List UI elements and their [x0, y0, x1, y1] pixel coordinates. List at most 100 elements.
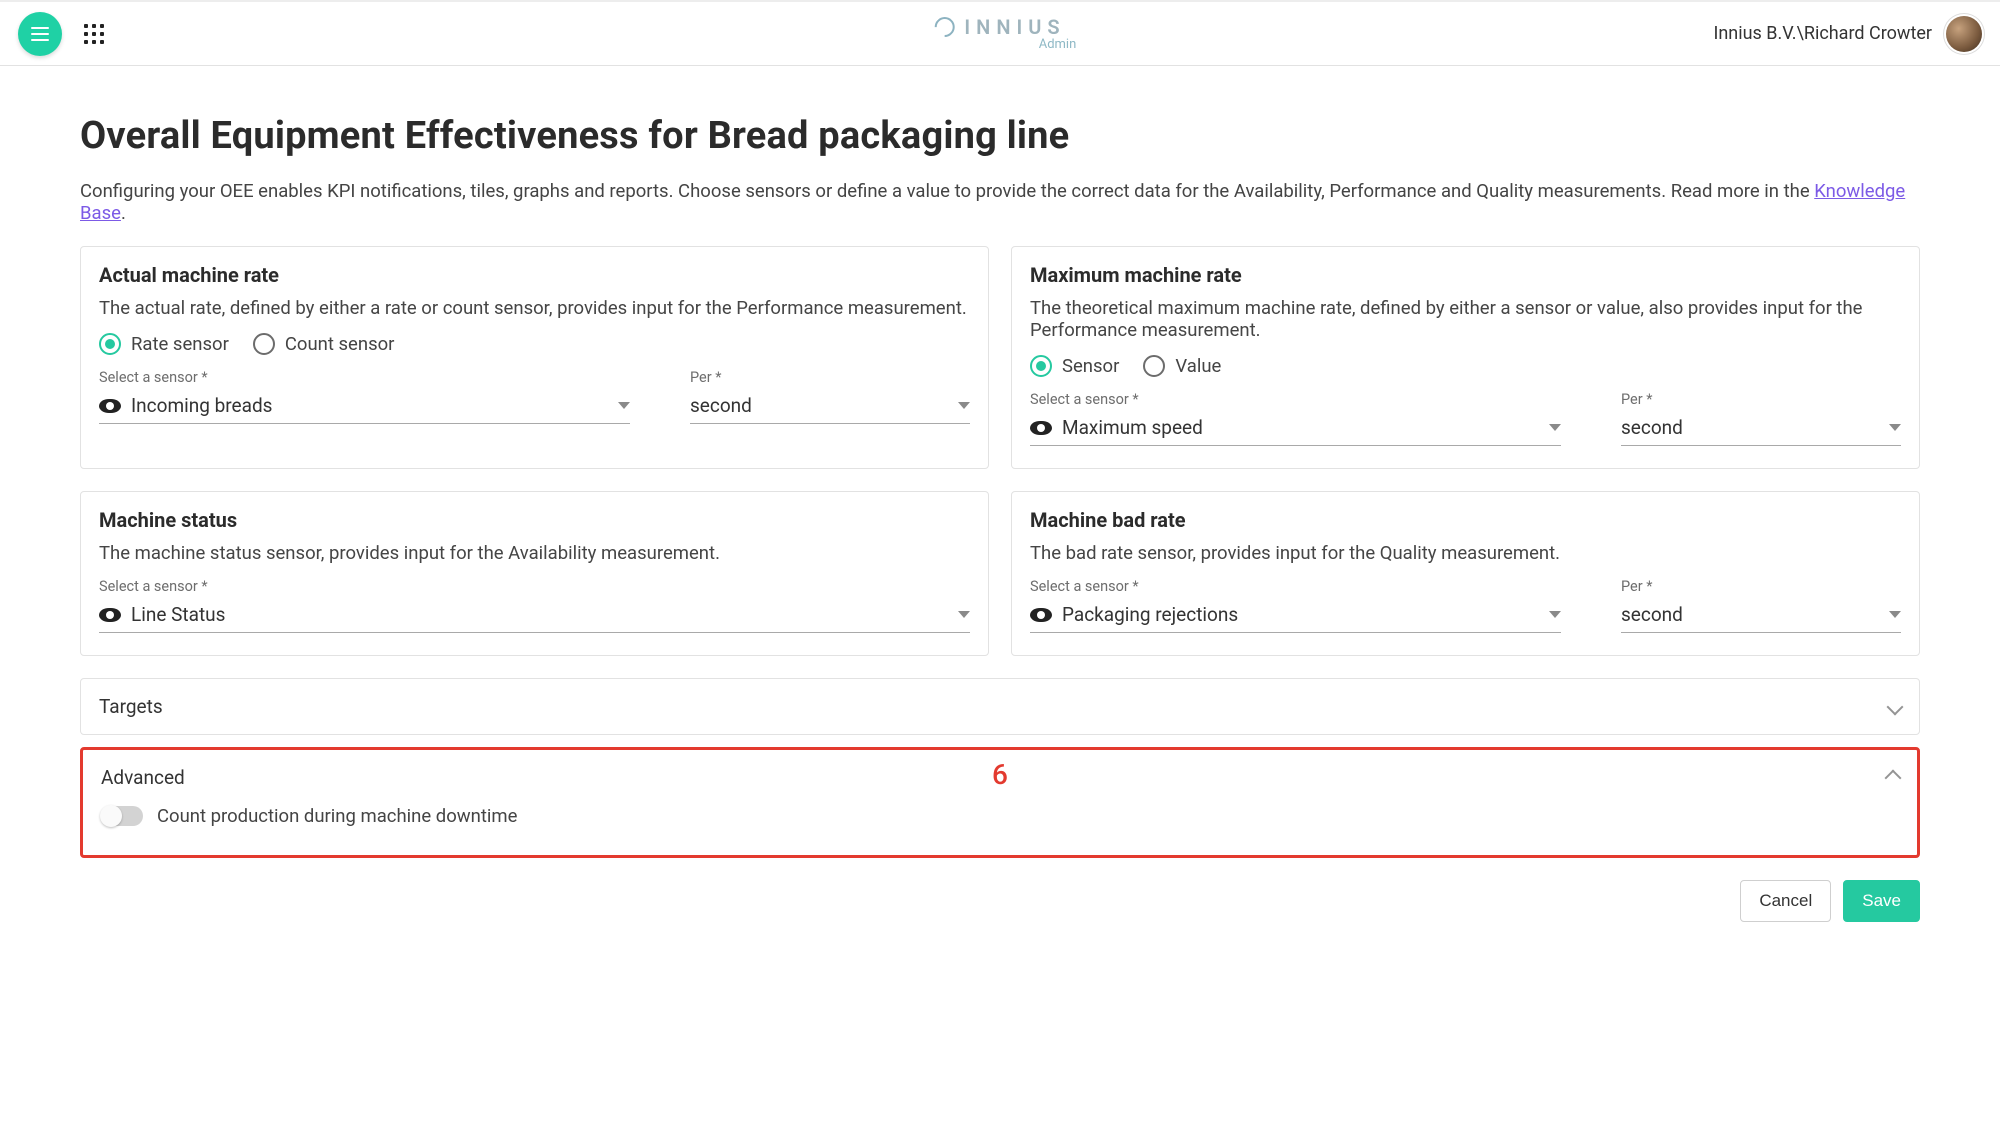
card-title: Machine status: [99, 508, 970, 532]
radio-value[interactable]: Value: [1143, 355, 1221, 377]
accordion-header: Targets: [81, 679, 1919, 734]
radio-sensor[interactable]: Sensor: [1030, 355, 1119, 377]
sensor-value: Maximum speed: [1062, 416, 1203, 439]
sensor-value: Line Status: [131, 603, 225, 626]
field-value: Incoming breads: [99, 390, 630, 424]
sensor-value: Incoming breads: [131, 394, 272, 417]
field-label: Select a sensor *: [99, 369, 630, 386]
field-label: Select a sensor *: [1030, 391, 1561, 408]
cards-row-2: Machine status The machine status sensor…: [80, 491, 1920, 656]
chevron-down-icon: [1549, 424, 1561, 431]
card-desc: The machine status sensor, provides inpu…: [99, 542, 970, 564]
topbar-right: Innius B.V.\Richard Crowter: [1713, 16, 1982, 52]
form-row: Select a sensor * Maximum speed Per * se…: [1030, 391, 1901, 446]
radio-label: Count sensor: [285, 333, 395, 355]
field-value: second: [1621, 599, 1901, 633]
advanced-title: Advanced: [101, 766, 185, 789]
annotation-number: 6: [992, 758, 1008, 791]
radio-label: Rate sensor: [131, 333, 229, 355]
intro-post: .: [121, 202, 126, 224]
accordion-title: Targets: [99, 695, 163, 718]
cards-row-1: Actual machine rate The actual rate, def…: [80, 246, 1920, 469]
field-value: Line Status: [99, 599, 970, 633]
brand: INNIUS Admin: [924, 15, 1077, 52]
field-value: second: [690, 390, 970, 424]
panel-advanced: 6 Advanced Count production during machi…: [80, 747, 1920, 858]
field-sensor[interactable]: Select a sensor * Maximum speed: [1030, 391, 1561, 446]
menu-button[interactable]: [18, 12, 62, 56]
radio-rate-sensor[interactable]: Rate sensor: [99, 333, 229, 355]
field-value: Packaging rejections: [1030, 599, 1561, 633]
card-max-rate: Maximum machine rate The theoretical max…: [1011, 246, 1920, 469]
radio-icon: [253, 333, 275, 355]
form-row: Select a sensor * Line Status: [99, 578, 970, 633]
apps-icon[interactable]: [84, 24, 104, 44]
page-title: Overall Equipment Effectiveness for Brea…: [80, 114, 1920, 158]
field-label: Select a sensor *: [99, 578, 970, 595]
radio-label: Sensor: [1062, 355, 1119, 377]
field-per[interactable]: Per * second: [1621, 391, 1901, 446]
advanced-body: Count production during machine downtime: [83, 797, 1917, 845]
brand-logo-icon: [930, 13, 958, 41]
accordion-targets[interactable]: Targets: [80, 678, 1920, 735]
card-title: Actual machine rate: [99, 263, 970, 287]
chevron-down-icon: [1887, 698, 1904, 715]
card-title: Machine bad rate: [1030, 508, 1901, 532]
brand-sub: Admin: [1039, 37, 1077, 52]
per-value: second: [1621, 603, 1683, 626]
user-name[interactable]: Innius B.V.\Richard Crowter: [1713, 23, 1932, 44]
card-title: Maximum machine rate: [1030, 263, 1901, 287]
radio-icon: [1030, 355, 1052, 377]
radio-group-actual: Rate sensor Count sensor: [99, 333, 970, 355]
per-value: second: [690, 394, 752, 417]
sensor-icon: [1030, 421, 1052, 435]
radio-group-max: Sensor Value: [1030, 355, 1901, 377]
toggle-count-production-downtime[interactable]: [101, 806, 143, 826]
per-value: second: [1621, 416, 1683, 439]
field-label: Per *: [1621, 578, 1901, 595]
topbar-left: [18, 12, 104, 56]
brand-logo-text: INNIUS: [934, 15, 1065, 39]
form-row: Select a sensor * Packaging rejections P…: [1030, 578, 1901, 633]
field-sensor[interactable]: Select a sensor * Packaging rejections: [1030, 578, 1561, 633]
radio-icon: [99, 333, 121, 355]
chevron-down-icon: [958, 402, 970, 409]
field-sensor[interactable]: Select a sensor * Incoming breads: [99, 369, 630, 424]
avatar[interactable]: [1946, 16, 1982, 52]
action-row: Cancel Save: [80, 880, 1920, 922]
field-label: Select a sensor *: [1030, 578, 1561, 595]
sensor-icon: [99, 608, 121, 622]
field-label: Per *: [690, 369, 970, 386]
field-per[interactable]: Per * second: [690, 369, 970, 424]
field-label: Per *: [1621, 391, 1901, 408]
field-value: Maximum speed: [1030, 412, 1561, 446]
sensor-icon: [1030, 608, 1052, 622]
intro-text: Configuring your OEE enables KPI notific…: [80, 180, 1920, 224]
sensor-icon: [99, 399, 121, 413]
intro-pre: Configuring your OEE enables KPI notific…: [80, 180, 1814, 202]
radio-icon: [1143, 355, 1165, 377]
chevron-down-icon: [958, 611, 970, 618]
sensor-value: Packaging rejections: [1062, 603, 1238, 626]
card-desc: The actual rate, defined by either a rat…: [99, 297, 970, 319]
chevron-up-icon: [1885, 769, 1902, 786]
toggle-label: Count production during machine downtime: [157, 805, 517, 827]
brand-text: INNIUS: [964, 15, 1065, 39]
radio-label: Value: [1175, 355, 1221, 377]
card-bad-rate: Machine bad rate The bad rate sensor, pr…: [1011, 491, 1920, 656]
card-desc: The theoretical maximum machine rate, de…: [1030, 297, 1901, 341]
chevron-down-icon: [1889, 424, 1901, 431]
field-per[interactable]: Per * second: [1621, 578, 1901, 633]
radio-count-sensor[interactable]: Count sensor: [253, 333, 395, 355]
card-desc: The bad rate sensor, provides input for …: [1030, 542, 1901, 564]
save-button[interactable]: Save: [1843, 880, 1920, 922]
card-actual-rate: Actual machine rate The actual rate, def…: [80, 246, 989, 469]
chevron-down-icon: [618, 402, 630, 409]
chevron-down-icon: [1549, 611, 1561, 618]
form-row: Select a sensor * Incoming breads Per * …: [99, 369, 970, 424]
card-machine-status: Machine status The machine status sensor…: [80, 491, 989, 656]
field-sensor[interactable]: Select a sensor * Line Status: [99, 578, 970, 633]
field-value: second: [1621, 412, 1901, 446]
page: Overall Equipment Effectiveness for Brea…: [0, 66, 2000, 962]
cancel-button[interactable]: Cancel: [1740, 880, 1831, 922]
